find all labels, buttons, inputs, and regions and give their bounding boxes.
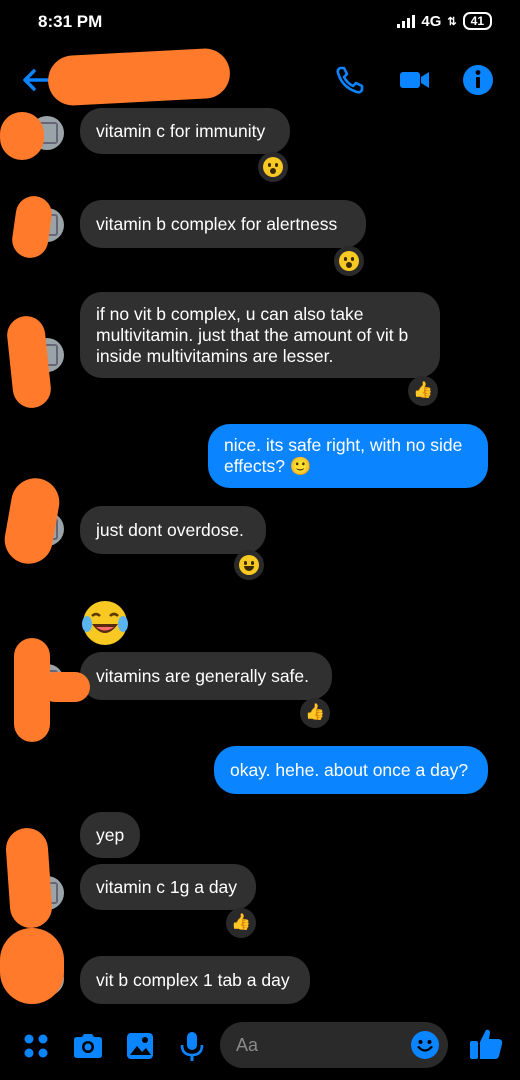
- wow-emoji-icon: [263, 157, 283, 177]
- wow-emoji-icon: [339, 251, 359, 271]
- message-text: vitamins are generally safe.: [96, 665, 310, 686]
- status-time: 8:31 PM: [38, 12, 103, 31]
- gallery-icon[interactable]: [122, 1028, 158, 1064]
- composer-bar: Aa: [0, 1014, 520, 1080]
- message-bubble[interactable]: okay. hehe. about once a day?: [214, 746, 488, 794]
- thumbs-up-icon: 👍: [413, 382, 433, 399]
- message-bubble[interactable]: if no vit b complex, u can also take mul…: [80, 292, 440, 378]
- message-text: okay. hehe. about once a day?: [230, 759, 469, 780]
- message-text: if no vit b complex, u can also take mul…: [96, 303, 409, 366]
- camera-icon[interactable]: [70, 1028, 106, 1064]
- phone-icon[interactable]: [332, 62, 368, 98]
- message-input-placeholder: Aa: [236, 1035, 259, 1055]
- emoji-icon[interactable]: [410, 1030, 440, 1060]
- message-text: vit b complex 1 tab a day: [96, 969, 290, 990]
- message-bubble[interactable]: yep: [80, 812, 140, 858]
- message-input[interactable]: Aa: [220, 1022, 448, 1068]
- chat-header: [0, 47, 520, 110]
- signal-icon: [397, 14, 416, 28]
- reaction-badge[interactable]: 👍: [300, 698, 330, 728]
- message-bubble[interactable]: vitamin b complex for alertness: [80, 200, 366, 248]
- message-text: just dont overdose.: [96, 519, 244, 540]
- info-icon[interactable]: [460, 62, 496, 98]
- message-bubble[interactable]: just dont overdose.: [80, 506, 266, 554]
- data-arrows-icon: ⇅: [447, 15, 457, 28]
- reaction-badge[interactable]: 👍: [226, 908, 256, 938]
- message-text: nice. its safe right, with no side effec…: [224, 435, 463, 476]
- menu-dots-icon[interactable]: [18, 1028, 54, 1064]
- thumbs-up-icon: 👍: [231, 914, 251, 931]
- redaction-mark: [46, 47, 232, 107]
- network-type: 4G: [421, 12, 442, 30]
- reaction-badge[interactable]: [258, 152, 288, 182]
- message-bubble[interactable]: vitamin c 1g a day: [80, 864, 256, 910]
- battery-level: 41: [462, 12, 492, 30]
- like-icon[interactable]: [466, 1024, 506, 1064]
- thumbs-up-icon: 👍: [305, 704, 325, 721]
- message-text: yep: [96, 824, 125, 845]
- message-text: vitamin b complex for alertness: [96, 213, 338, 234]
- laughing-crying-emoji[interactable]: [80, 598, 130, 648]
- message-bubble[interactable]: vitamins are generally safe.: [80, 652, 332, 700]
- video-icon[interactable]: [396, 62, 432, 98]
- reaction-badge[interactable]: 👍: [408, 376, 438, 406]
- status-indicators: 4G ⇅ 41: [397, 12, 492, 30]
- mic-icon[interactable]: [174, 1028, 210, 1064]
- message-bubble[interactable]: nice. its safe right, with no side effec…: [208, 424, 488, 488]
- message-text: vitamin c 1g a day: [96, 876, 238, 897]
- message-bubble[interactable]: vitamin c for immunity: [80, 108, 290, 154]
- message-text: vitamin c for immunity: [96, 120, 266, 141]
- reaction-badge[interactable]: [234, 550, 264, 580]
- message-bubble[interactable]: vit b complex 1 tab a day: [80, 956, 310, 1004]
- reaction-badge[interactable]: [334, 246, 364, 276]
- status-bar: 8:31 PM 4G ⇅ 41: [0, 0, 520, 44]
- haha-emoji-icon: [239, 555, 259, 575]
